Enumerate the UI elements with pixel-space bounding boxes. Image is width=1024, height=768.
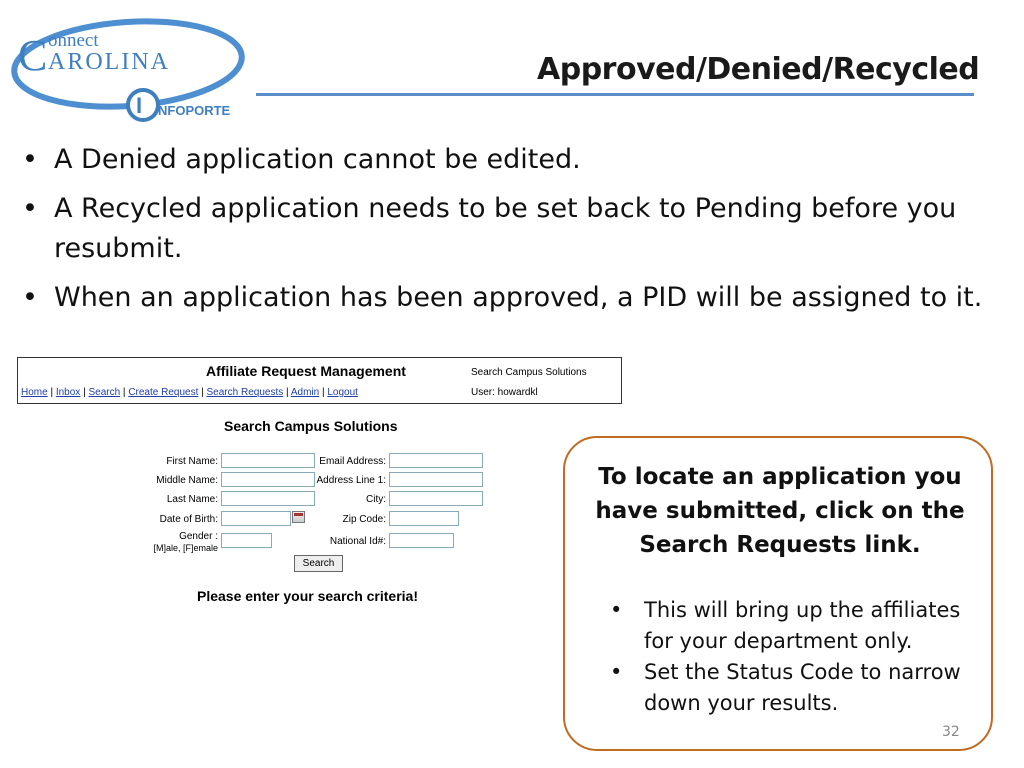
nav-logout[interactable]: Logout bbox=[327, 387, 358, 398]
first-name-label: First Name: bbox=[166, 456, 218, 467]
nav-search[interactable]: Search bbox=[88, 387, 120, 398]
middle-name-label: Middle Name: bbox=[156, 475, 218, 486]
zip-input[interactable] bbox=[389, 511, 459, 526]
logo-carolina: AROLINA bbox=[48, 49, 170, 75]
gender-hint: [M]ale, [F]emale bbox=[153, 543, 218, 553]
nav-search-requests[interactable]: Search Requests bbox=[207, 387, 284, 398]
nav-home[interactable]: Home bbox=[21, 387, 48, 398]
email-label: Email Address: bbox=[319, 456, 386, 467]
callout-list: This will bring up the affiliates for yo… bbox=[610, 595, 980, 719]
city-input[interactable] bbox=[389, 491, 483, 506]
bullet-item: When an application has been approved, a… bbox=[20, 278, 1010, 318]
nav-create-request[interactable]: Create Request bbox=[128, 387, 198, 398]
app-heading: Affiliate Request Management bbox=[206, 363, 406, 379]
nav-inbox[interactable]: Inbox bbox=[56, 387, 80, 398]
callout-item: Set the Status Code to narrow down your … bbox=[610, 657, 980, 719]
page-number: 32 bbox=[942, 724, 960, 740]
gender-input[interactable] bbox=[221, 533, 272, 548]
user-label: User: howardkl bbox=[471, 387, 538, 398]
logo-initial-c: C bbox=[18, 31, 47, 80]
national-id-label: National Id#: bbox=[329, 536, 386, 547]
email-input[interactable] bbox=[389, 453, 483, 468]
nav-admin[interactable]: Admin bbox=[291, 387, 319, 398]
address-label: Address Line 1: bbox=[316, 475, 387, 486]
connectcarolina-logo: C onnect AROLINA I NFOPORTE bbox=[11, 18, 245, 122]
slide-title: Approved/Denied/Recycled bbox=[537, 52, 980, 87]
zip-label: Zip Code: bbox=[342, 514, 386, 525]
bullet-item: A Denied application cannot be edited. bbox=[20, 140, 1010, 180]
last-name-label: Last Name: bbox=[166, 494, 218, 505]
callout-item: This will bring up the affiliates for yo… bbox=[610, 595, 980, 657]
search-button[interactable]: Search bbox=[294, 555, 343, 572]
gender-label: Gender : bbox=[179, 531, 218, 542]
address-input[interactable] bbox=[389, 472, 483, 487]
app-nav: Home | Inbox | Search | Create Request |… bbox=[21, 387, 358, 398]
search-prompt: Please enter your search criteria! bbox=[197, 588, 419, 604]
logo-initial-i: I bbox=[136, 93, 142, 118]
logo-infoporte: NFOPORTE bbox=[158, 103, 231, 118]
dob-label: Date of Birth: bbox=[159, 514, 218, 525]
national-id-input[interactable] bbox=[389, 533, 454, 548]
callout-heading: To locate an application you have submit… bbox=[595, 464, 965, 558]
title-divider bbox=[256, 93, 974, 96]
logo-connect: onnect bbox=[48, 30, 99, 51]
city-label: City: bbox=[366, 494, 386, 505]
affiliate-app-header: Affiliate Request Management Search Camp… bbox=[17, 357, 622, 404]
bullet-item: A Recycled application needs to be set b… bbox=[20, 189, 1010, 269]
form-title: Search Campus Solutions bbox=[224, 418, 398, 434]
callout-box: To locate an application you have submit… bbox=[563, 436, 993, 751]
bullet-list: A Denied application cannot be edited. A… bbox=[20, 140, 1010, 327]
search-campus-link[interactable]: Search Campus Solutions bbox=[471, 367, 587, 378]
